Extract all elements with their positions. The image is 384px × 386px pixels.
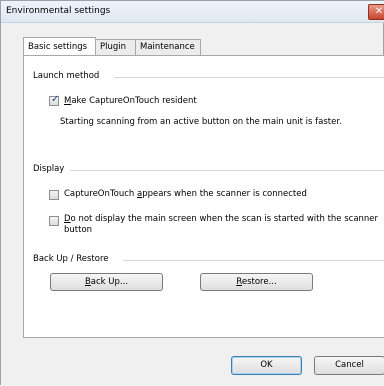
display-heading: Display — [33, 164, 65, 174]
tab-maintenance[interactable]: Maintenance — [135, 39, 201, 55]
backup-restore-rule — [123, 260, 384, 261]
do-not-display-main-screen-label[interactable]: Do not display the main screen when the … — [64, 214, 378, 236]
cancel-button[interactable]: Cancel — [314, 356, 384, 375]
tab-plugin[interactable]: Plugin — [95, 39, 136, 55]
tab-basic-settings[interactable]: Basic settings — [23, 37, 96, 55]
display-rule — [70, 170, 384, 171]
close-button[interactable]: ✕ — [368, 4, 384, 20]
backup-button[interactable]: Back Up... — [50, 273, 163, 291]
title-bar: Environmental settings ✕ — [1, 1, 384, 23]
basic-settings-panel: Launch method Make CaptureOnTouch reside… — [23, 55, 384, 338]
backup-restore-heading: Back Up / Restore — [33, 254, 109, 264]
launch-method-rule — [114, 77, 384, 78]
launch-method-heading: Launch method — [33, 71, 100, 81]
launch-method-note: Starting scanning from an active button … — [60, 117, 342, 127]
dialog-footer: OK Cancel — [1, 338, 384, 386]
ok-button[interactable]: OK — [231, 356, 302, 375]
make-resident-label[interactable]: Make CaptureOnTouch resident — [64, 96, 197, 106]
close-icon: ✕ — [374, 6, 384, 17]
window-title: Environmental settings — [6, 6, 111, 16]
environmental-settings-dialog: Environmental settings ✕ Basic settings … — [0, 0, 384, 386]
make-resident-checkbox[interactable] — [49, 94, 59, 106]
appears-when-connected-label[interactable]: CaptureOnTouch appears when the scanner … — [64, 189, 307, 199]
restore-button[interactable]: Restore... — [200, 273, 313, 291]
do-not-display-main-screen-checkbox[interactable] — [49, 216, 59, 226]
appears-when-connected-checkbox[interactable] — [49, 190, 59, 200]
